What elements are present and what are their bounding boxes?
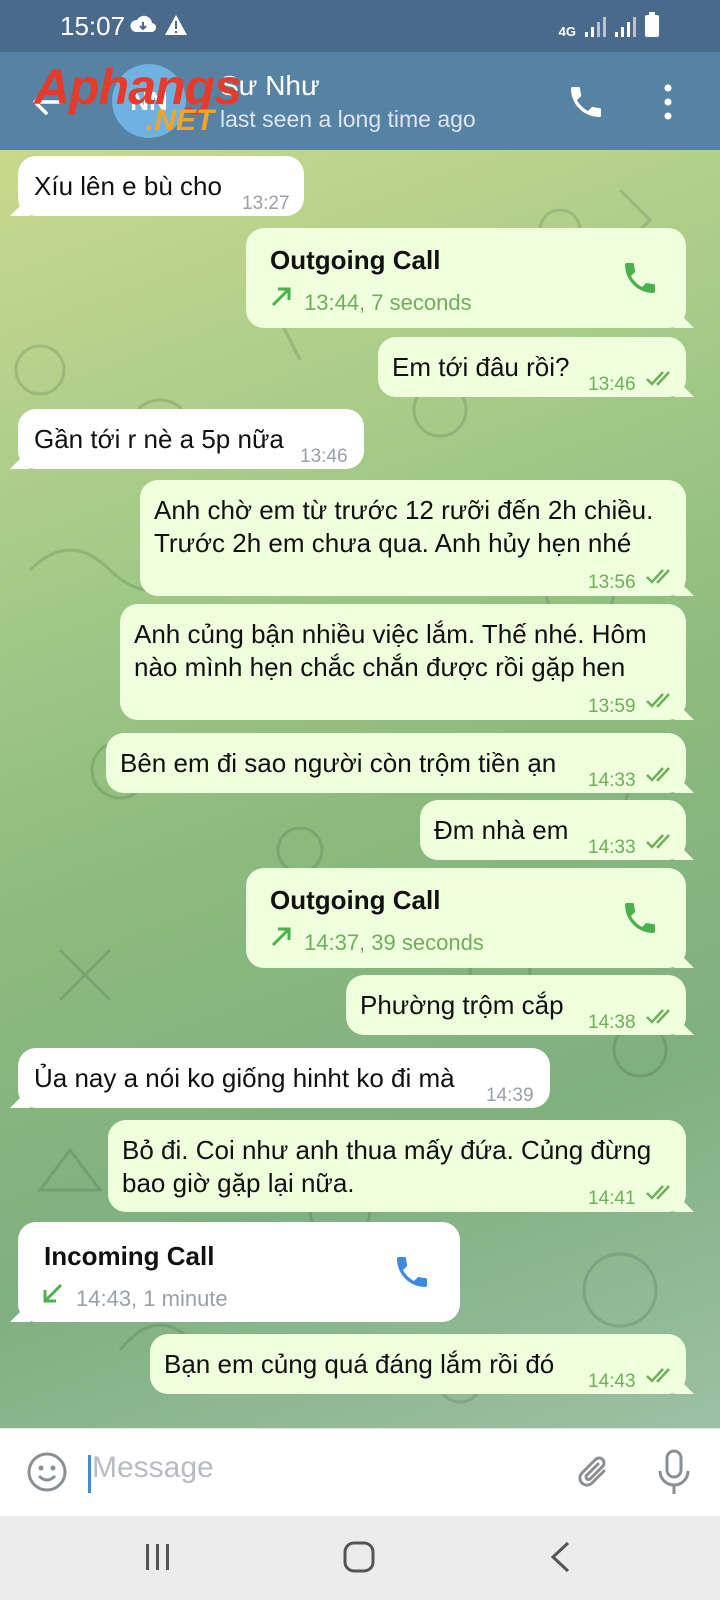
message-text: Gần tới r nè a 5p nữa [34,424,284,454]
call-detail: 13:44, 7 seconds [304,290,472,315]
message-time: 14:41 [588,1188,636,1209]
message-time: 13:46 [588,374,636,395]
signal-icon [585,17,606,37]
outgoing-message[interactable]: Bên em đi sao người còn trộm tiền ạn 14:… [106,733,686,793]
outgoing-call-message[interactable]: Outgoing Call 13:44, 7 seconds [246,228,686,328]
double-check-icon [646,767,670,782]
status-time: 15:07 [60,11,126,41]
signal-icon [615,17,636,37]
double-check-icon [646,371,670,386]
incoming-call-message[interactable]: Incoming Call 14:43, 1 minute [18,1222,460,1322]
call-title: Outgoing Call [270,885,441,915]
outgoing-message[interactable]: Đm nhà em 14:33 [420,800,686,860]
message-time: 13:59 [588,696,636,717]
chat-background: Xíu lên e bù cho 13:27 Outgoing Call 13:… [0,150,720,1428]
double-check-icon [646,1368,670,1383]
phone-icon[interactable] [566,82,606,122]
message-time: 14:43 [588,1371,636,1392]
message-text-line1: Anh củng bận nhiều việc lắm. Thế nhé. Hô… [134,619,647,649]
outgoing-call-message[interactable]: Outgoing Call 14:37, 39 seconds [246,868,686,968]
message-time: 13:56 [588,572,636,593]
message-time: 14:33 [588,837,636,858]
message-time: 14:33 [588,770,636,791]
call-outgoing-arrow-icon [271,287,291,307]
call-title: Incoming Call [44,1241,215,1271]
incoming-message[interactable]: Xíu lên e bù cho 13:27 [18,156,304,216]
message-text: Bạn em củng quá đáng lắm rồi đó [164,1349,555,1379]
double-check-icon [646,1009,670,1024]
message-time: 13:46 [300,446,348,467]
system-nav-bar [0,1516,720,1600]
more-vertical-icon[interactable] [658,80,678,124]
home-icon[interactable] [342,1540,376,1574]
message-time: 13:27 [242,193,290,214]
message-text-line1: Bỏ đi. Coi như anh thua mấy đứa. Củng đừ… [122,1135,652,1165]
incoming-message[interactable]: Ủa nay a nói ko giống hinht ko đi mà 14:… [18,1048,550,1108]
text-cursor [88,1455,91,1493]
battery-icon [645,12,659,37]
warning-icon [165,15,187,35]
phone-icon[interactable] [620,258,660,298]
double-check-icon [646,1185,670,1200]
emoji-icon[interactable] [26,1451,68,1493]
phone-icon[interactable] [620,898,660,938]
outgoing-message[interactable]: Phường trộm cắp 14:38 [346,975,686,1035]
message-input[interactable]: Message [92,1451,214,1485]
message-text-line1: Anh chờ em từ trước 12 rưỡi đến 2h chiều… [154,495,654,525]
message-composer: Message [0,1428,720,1516]
network-type-label: 4G [558,24,576,39]
double-check-icon [646,693,670,708]
call-detail: 14:43, 1 minute [76,1286,228,1311]
message-text: Bên em đi sao người còn trộm tiền ạn [120,748,557,778]
call-detail: 14:37, 39 seconds [304,930,484,955]
message-text: Xíu lên e bù cho [34,171,222,201]
call-outgoing-arrow-icon [271,927,291,947]
message-text-line2: nào mình hẹn chắc chắn được rồi gặp hen [134,652,626,682]
message-text: Em tới đâu rồi? [392,352,570,382]
message-time: 14:38 [588,1012,636,1033]
nav-back-icon[interactable] [548,1540,572,1574]
outgoing-message[interactable]: Bỏ đi. Coi như anh thua mấy đứa. Củng đừ… [108,1120,686,1212]
watermark-logo: Aphangs .NET [34,58,264,148]
message-text: Phường trộm cắp [360,990,564,1020]
double-check-icon [646,834,670,849]
recents-icon[interactable] [144,1542,172,1572]
status-bar: 15:07 4G [0,0,720,52]
call-incoming-arrow-icon [43,1283,63,1303]
outgoing-message[interactable]: Em tới đâu rồi? 13:46 [378,337,686,397]
phone-icon[interactable] [392,1252,432,1292]
paperclip-icon[interactable] [574,1451,614,1495]
message-time: 14:39 [486,1085,534,1106]
watermark-net: .NET [146,104,215,137]
double-check-icon [646,569,670,584]
message-text: Đm nhà em [434,815,569,845]
call-title: Outgoing Call [270,245,441,275]
message-text-line2: Trước 2h em chưa qua. Anh hủy hẹn nhé [154,528,632,558]
message-text-line2: bao giờ gặp lại nữa. [122,1168,355,1198]
outgoing-message[interactable]: Anh củng bận nhiều việc lắm. Thế nhé. Hô… [120,604,686,720]
outgoing-message[interactable]: Anh chờ em từ trước 12 rưỡi đến 2h chiều… [140,480,686,596]
microphone-icon[interactable] [656,1449,692,1497]
cloud-sync-icon [130,15,156,33]
chat-header: NN Sư Như last seen a long time ago Apha… [0,52,720,150]
outgoing-message[interactable]: Bạn em củng quá đáng lắm rồi đó 14:43 [150,1334,686,1394]
message-text: Ủa nay a nói ko giống hinht ko đi mà [34,1063,455,1093]
incoming-message[interactable]: Gần tới r nè a 5p nữa 13:46 [18,409,364,469]
